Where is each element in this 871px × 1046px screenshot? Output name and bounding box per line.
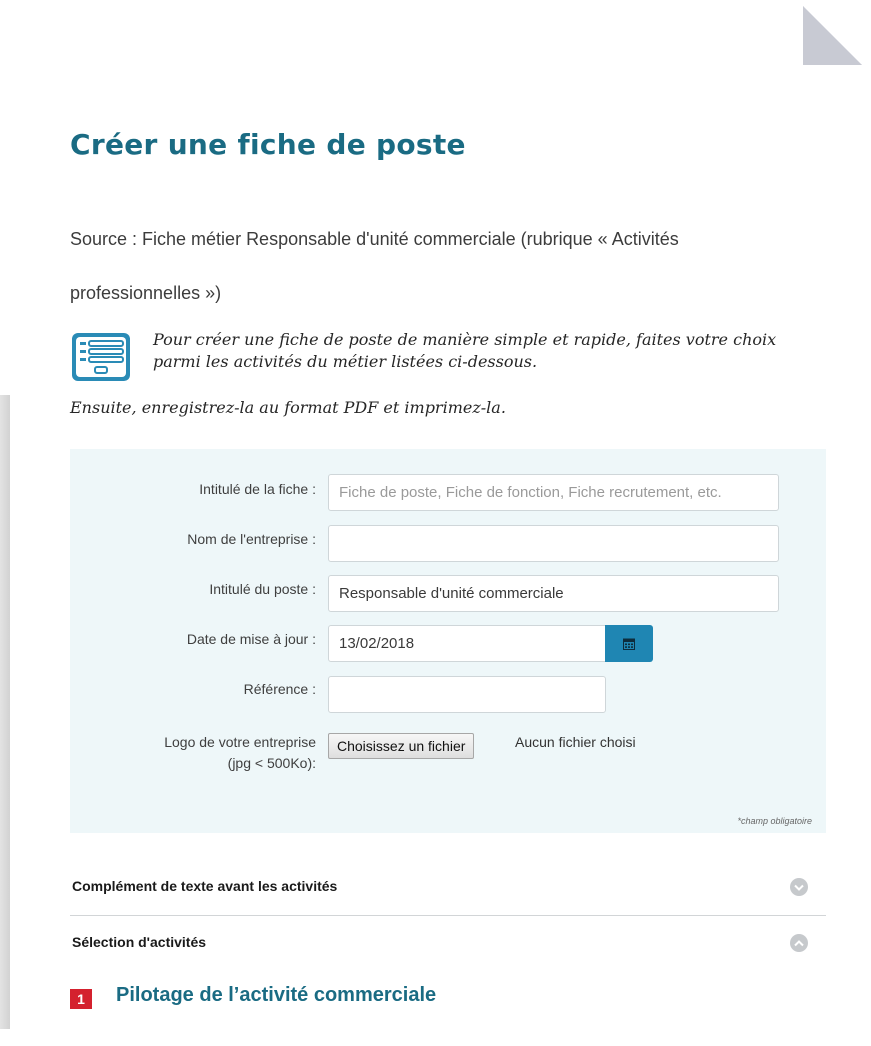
page-title: Créer une fiche de poste [70,128,466,161]
chevron-down-icon[interactable] [790,878,808,896]
update-date-input[interactable] [328,625,606,662]
intro-text-secondary: Ensuite, enregistrez-la au format PDF et… [70,398,506,417]
company-name-input[interactable] [328,525,779,562]
accordion-complement-title[interactable]: Complément de texte avant les activités [72,878,337,894]
logo-label-line2: (jpg < 500Ko): [227,755,316,771]
activity-number-badge: 1 [70,989,92,1009]
calendar-icon [623,638,635,650]
job-title-input[interactable] [328,575,779,612]
fiche-title-label: Intitulé de la fiche : [199,481,316,497]
job-sheet-form: Intitulé de la fiche : Nom de l'entrepri… [70,449,826,833]
choose-file-button[interactable]: Choisissez un fichier [328,733,475,759]
chevron-up-icon[interactable] [790,934,808,952]
logo-label: Logo de votre entreprise (jpg < 500Ko): [164,732,316,774]
company-name-label: Nom de l'entreprise : [187,531,316,547]
file-status: Aucun fichier choisi [515,734,636,750]
page-corner-fold [803,6,862,65]
activity-title[interactable]: Pilotage de l’activité commerciale [116,984,436,1007]
fiche-title-input[interactable] [328,474,779,511]
update-date-label: Date de mise à jour : [186,631,316,647]
reference-label: Référence : [243,681,316,697]
intro-text: Pour créer une fiche de poste de manière… [153,330,777,371]
required-field-note: *champ obligatoire [737,816,812,826]
reference-input[interactable] [328,676,606,713]
logo-label-line1: Logo de votre entreprise [164,734,316,750]
accordion-divider [70,915,826,916]
document-list-icon [72,333,130,381]
accordion-activities-title[interactable]: Sélection d'activités [72,934,206,950]
source-text: Source : Fiche métier Responsable d'unit… [70,229,679,303]
background-edge [0,395,10,1029]
job-title-label: Intitulé du poste : [209,581,316,597]
calendar-button[interactable] [605,625,653,662]
